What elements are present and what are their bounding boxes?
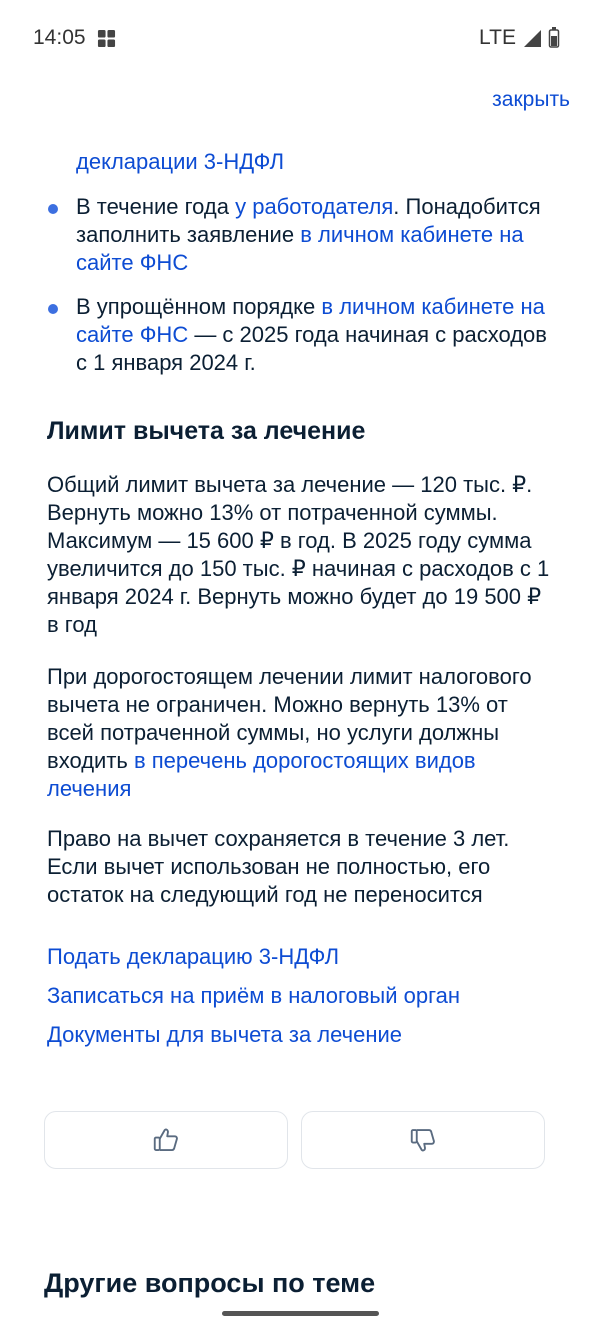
signal-icon xyxy=(524,30,541,47)
app-grid-icon xyxy=(97,29,116,48)
employer-link[interactable]: у работодателя xyxy=(235,194,393,219)
partial-declaration-link[interactable]: декларации 3-НДФЛ xyxy=(76,149,284,174)
close-button[interactable]: закрыть xyxy=(492,88,570,112)
deduction-period-paragraph: Право на вычет сохраняется в течение 3 л… xyxy=(47,826,510,907)
expensive-treatment-paragraph: При дорогостоящем лечении лимит налогово… xyxy=(47,663,557,803)
section-title: Лимит вычета за лечение xyxy=(47,417,366,445)
bullet-text: В упрощённом порядке xyxy=(76,294,322,319)
other-questions-title: Другие вопросы по теме xyxy=(44,1268,376,1298)
status-bar: 14:05 LTE xyxy=(0,0,600,76)
home-indicator[interactable] xyxy=(222,1311,379,1316)
limit-paragraph: Общий лимит вычета за лечение — 120 тыс.… xyxy=(47,472,550,637)
book-appointment-link[interactable]: Записаться на приём в налоговый орган xyxy=(47,982,460,1010)
dislike-button[interactable] xyxy=(301,1111,545,1169)
documents-link[interactable]: Документы для вычета за лечение xyxy=(47,1021,460,1049)
status-indicators: LTE xyxy=(479,26,560,50)
bullet-text: В течение года xyxy=(76,194,236,219)
related-links: Подать декларацию 3-НДФЛ Записаться на п… xyxy=(47,943,460,1060)
list-item: В упрощённом порядке в личном кабинете н… xyxy=(48,293,556,377)
battery-icon xyxy=(548,27,560,48)
thumbs-down-icon xyxy=(410,1129,435,1152)
status-time: 14:05 xyxy=(33,26,86,49)
bullet-dot xyxy=(48,304,58,314)
list-item: декларации 3-НДФЛ xyxy=(76,148,556,176)
like-button[interactable] xyxy=(44,1111,288,1169)
network-type: LTE xyxy=(479,26,516,49)
submit-declaration-link[interactable]: Подать декларацию 3-НДФЛ xyxy=(47,943,460,971)
list-item: В течение года у работодателя. Понадобит… xyxy=(48,193,556,277)
bullet-dot xyxy=(48,204,58,214)
thumbs-up-icon xyxy=(153,1128,178,1151)
